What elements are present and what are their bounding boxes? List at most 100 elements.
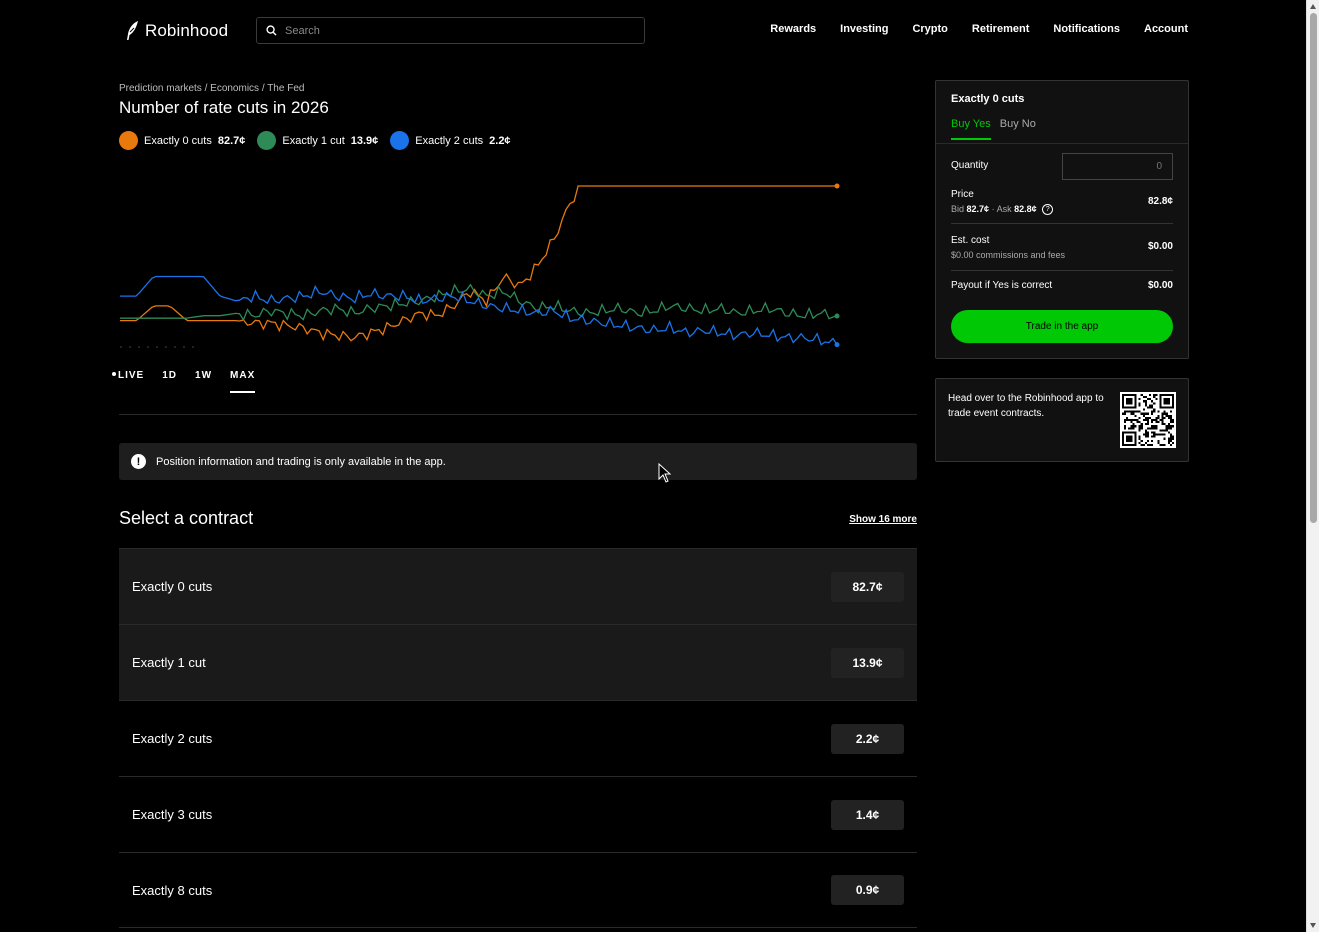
trade-side-tabs: Buy Yes Buy No <box>951 118 1045 140</box>
nav-account[interactable]: Account <box>1144 23 1188 35</box>
price-label: Price <box>951 189 974 200</box>
qr-code-icon <box>1120 392 1176 448</box>
scroll-down-icon[interactable] <box>1310 923 1316 928</box>
series-line-1 <box>120 283 838 322</box>
info-banner: ! Position information and trading is on… <box>119 443 917 480</box>
page-scrollbar[interactable] <box>1306 0 1319 932</box>
breadcrumb[interactable]: Prediction markets / Economics / The Fed <box>119 83 304 94</box>
legend-dot <box>257 131 277 150</box>
price-value: 82.8¢ <box>1147 196 1173 207</box>
baseline-dot <box>174 346 176 348</box>
legend-value: 82.7¢ <box>217 134 246 147</box>
divider <box>951 270 1173 271</box>
live-dot-icon <box>112 372 116 377</box>
tab-live[interactable]: LIVE <box>112 370 144 393</box>
baseline-dot <box>183 346 185 348</box>
chart-legend: Exactly 0 cuts 82.7¢ Exactly 1 cut 13.9¢… <box>119 131 523 150</box>
contract-list: Exactly 0 cuts 82.7¢ Exactly 1 cut 13.9¢… <box>119 548 917 928</box>
divider <box>951 223 1173 224</box>
contract-price-button[interactable]: 2.2¢ <box>831 723 904 754</box>
contract-name: Exactly 2 cuts <box>132 731 213 746</box>
baseline-dot <box>165 346 167 348</box>
contract-row-3-cuts[interactable]: Exactly 3 cuts 1.4¢ <box>119 776 917 852</box>
robinhood-logo[interactable]: Robinhood <box>125 20 228 42</box>
est-cost-label: Est. cost <box>951 235 990 246</box>
feather-icon <box>127 21 138 40</box>
est-cost-value: $0.00 <box>1147 241 1173 252</box>
baseline-dot <box>156 346 158 348</box>
contract-name: Exactly 8 cuts <box>132 882 213 898</box>
baseline-dot <box>129 346 131 348</box>
divider <box>936 143 1188 144</box>
divider <box>119 414 917 415</box>
contract-price-button[interactable]: 13.9¢ <box>831 647 904 678</box>
nav-notifications[interactable]: Notifications <box>1053 23 1120 35</box>
help-icon[interactable]: ? <box>1042 204 1054 216</box>
payout-label: Payout if Yes is correct <box>951 280 1053 291</box>
nav-crypto[interactable]: Crypto <box>912 23 947 35</box>
trade-panel: Exactly 0 cuts Buy Yes Buy No Quantity P… <box>935 80 1189 359</box>
baseline-dot <box>138 346 140 348</box>
series-line-0 <box>120 185 837 342</box>
contract-name: Exactly 0 cuts <box>132 579 213 594</box>
nav-rewards[interactable]: Rewards <box>770 23 816 35</box>
search-icon <box>266 25 277 36</box>
contracts-heading: Select a contract <box>119 508 254 528</box>
contract-price-button[interactable]: 1.4¢ <box>831 799 904 830</box>
top-navigation: Robinhood Rewards Investing Crypto Retir… <box>0 0 1306 62</box>
contract-row-8-cuts[interactable]: Exactly 8 cuts 0.9¢ <box>119 852 917 928</box>
legend-label: Exactly 2 cuts <box>415 134 484 147</box>
exclamation-icon: ! <box>131 454 146 469</box>
contract-price-button[interactable]: 0.9¢ <box>831 875 904 905</box>
contract-row-2-cuts[interactable]: Exactly 2 cuts 2.2¢ <box>119 700 917 776</box>
price-history-chart[interactable] <box>112 180 852 360</box>
contract-name: Exactly 3 cuts <box>132 807 213 822</box>
bid-ask: Bid 82.7¢ · Ask 82.8¢ ? <box>951 204 1054 216</box>
nav-retirement[interactable]: Retirement <box>972 23 1029 35</box>
search-box[interactable] <box>256 17 645 44</box>
legend-item-1-cut[interactable]: Exactly 1 cut 13.9¢ <box>257 131 378 150</box>
app-promo-panel: Head over to the Robinhood app to trade … <box>935 378 1189 462</box>
legend-label: Exactly 1 cut <box>282 134 345 147</box>
payout-value: $0.00 <box>1147 280 1173 291</box>
brand-name: Robinhood <box>145 21 229 40</box>
contract-name: Exactly 1 cut <box>132 655 206 670</box>
time-range-tabs: LIVE 1D 1W MAX <box>112 370 256 393</box>
nav-links: Rewards Investing Crypto Retirement Noti… <box>746 23 1188 35</box>
legend-dot <box>390 131 410 150</box>
tab-1w[interactable]: 1W <box>195 370 212 393</box>
quantity-input[interactable] <box>1062 153 1173 180</box>
contract-row-1-cut[interactable]: Exactly 1 cut 13.9¢ <box>119 624 917 700</box>
legend-value: 2.2¢ <box>489 134 511 147</box>
tab-1d[interactable]: 1D <box>162 370 177 393</box>
series-endpoint-0 <box>834 183 840 189</box>
tab-buy-no[interactable]: Buy No <box>1000 118 1036 140</box>
info-text: Position information and trading is only… <box>156 455 446 468</box>
contract-row-0-cuts[interactable]: Exactly 0 cuts 82.7¢ <box>119 548 917 624</box>
show-more-link[interactable]: Show 16 more <box>849 514 917 525</box>
legend-item-2-cuts[interactable]: Exactly 2 cuts 2.2¢ <box>390 131 511 150</box>
mouse-cursor-icon <box>658 463 672 483</box>
search-input[interactable] <box>285 24 625 37</box>
contract-price-button[interactable]: 82.7¢ <box>831 571 904 602</box>
scroll-up-icon[interactable] <box>1310 4 1316 9</box>
scroll-thumb[interactable] <box>1310 13 1317 523</box>
baseline-dot <box>120 346 122 348</box>
tab-buy-yes[interactable]: Buy Yes <box>951 118 991 140</box>
series-endpoint-1 <box>834 313 840 319</box>
trade-panel-title: Exactly 0 cuts <box>951 93 1025 105</box>
legend-dot <box>119 131 138 150</box>
legend-value: 13.9¢ <box>350 134 379 147</box>
legend-label: Exactly 0 cuts <box>144 134 212 147</box>
legend-item-0-cuts[interactable]: Exactly 0 cuts 82.7¢ <box>119 131 245 150</box>
series-line-2 <box>120 275 838 346</box>
trade-in-app-button[interactable]: Trade in the app <box>951 310 1173 343</box>
nav-investing[interactable]: Investing <box>840 23 888 35</box>
est-cost-sub: $0.00 commissions and fees <box>951 250 1066 260</box>
baseline-dot <box>192 346 194 348</box>
series-endpoint-2 <box>834 342 840 348</box>
baseline-dot <box>147 346 149 348</box>
page-title: Number of rate cuts in 2026 <box>119 98 329 117</box>
tab-max[interactable]: MAX <box>230 370 256 393</box>
quantity-label: Quantity <box>951 160 989 171</box>
